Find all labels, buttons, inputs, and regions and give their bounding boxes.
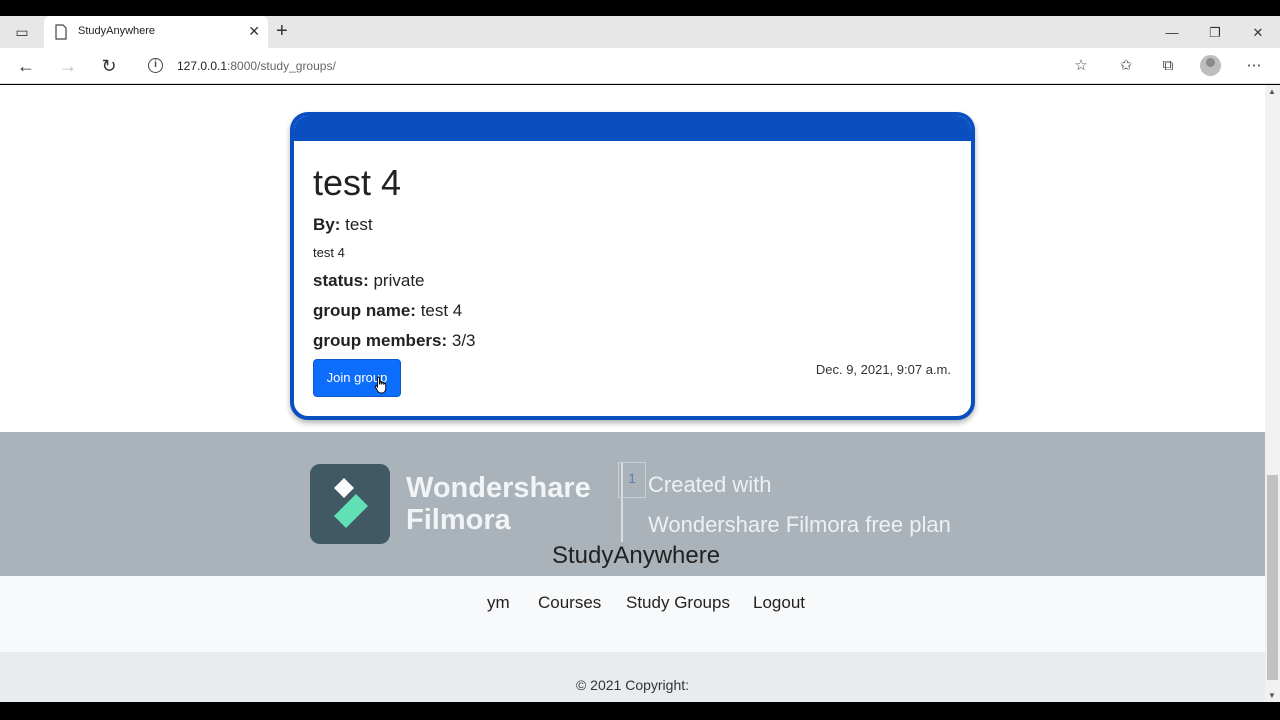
watermark-badge: 1 bbox=[618, 462, 646, 498]
vertical-scrollbar[interactable]: ▲ ▼ bbox=[1265, 85, 1280, 702]
hand-cursor-icon bbox=[374, 376, 387, 394]
footer-brand-section: Wondershare Filmora 1 Created with Wonder… bbox=[0, 432, 1265, 576]
address-toolbar: ← → ↻ i 127.0.0.1:8000/study_groups/ ☆ ✩… bbox=[0, 48, 1280, 84]
nav-link-courses[interactable]: Courses bbox=[538, 593, 601, 613]
more-options-icon[interactable]: ⋯ bbox=[1244, 56, 1264, 76]
group-description: test 4 bbox=[313, 245, 345, 260]
group-name-line: group name: test 4 bbox=[313, 301, 463, 320]
tab-actions-icon[interactable]: ▭ bbox=[12, 22, 32, 42]
footer-brand: StudyAnywhere bbox=[552, 542, 721, 569]
author-line: By: test bbox=[313, 215, 373, 234]
favorites-icon[interactable]: ✩ bbox=[1116, 56, 1136, 76]
tab-title: StudyAnywhere bbox=[78, 25, 156, 37]
nav-link-user[interactable]: ym bbox=[487, 593, 510, 613]
close-window-icon[interactable]: ✕ bbox=[1248, 23, 1268, 43]
minimize-icon[interactable]: — bbox=[1162, 23, 1182, 43]
nav-link-study-groups[interactable]: Study Groups bbox=[626, 593, 730, 613]
watermark-brand: Wondershare Filmora bbox=[406, 472, 591, 536]
page-icon bbox=[55, 24, 67, 40]
group-title: test 4 bbox=[313, 162, 402, 203]
scroll-up-icon[interactable]: ▲ bbox=[1268, 87, 1276, 96]
study-group-card: test 4 By: test test 4 status: private g… bbox=[290, 112, 975, 420]
status-line: status: private bbox=[313, 271, 425, 290]
add-favorite-icon[interactable]: ☆ bbox=[1071, 56, 1091, 76]
info-icon[interactable]: i bbox=[148, 58, 163, 73]
back-icon[interactable]: ← bbox=[14, 54, 38, 78]
url-text[interactable]: 127.0.0.1:8000/study_groups/ bbox=[177, 59, 336, 73]
copyright-text: © 2021 Copyright: bbox=[575, 677, 690, 693]
forward-icon[interactable]: → bbox=[56, 54, 80, 78]
browser-window: ▭ StudyAnywhere ✕ + — ❐ ✕ ← → ↻ i 127.0.… bbox=[0, 0, 1280, 720]
watermark-line-2: Wondershare Filmora free plan bbox=[648, 512, 951, 537]
watermark-line-1: Created with bbox=[648, 472, 772, 497]
footer-nav: ym Courses Study Groups Logout bbox=[0, 576, 1265, 652]
close-tab-icon[interactable]: ✕ bbox=[248, 23, 260, 40]
collections-icon[interactable]: ⧉ bbox=[1158, 56, 1178, 76]
filmora-logo-icon bbox=[310, 464, 390, 544]
new-tab-icon[interactable]: + bbox=[276, 21, 288, 41]
members-line: group members: 3/3 bbox=[313, 331, 476, 350]
tab-bar: ▭ StudyAnywhere ✕ + — ❐ ✕ bbox=[0, 16, 1280, 48]
address-bar[interactable]: i 127.0.0.1:8000/study_groups/ bbox=[138, 52, 1102, 80]
restore-icon[interactable]: ❐ bbox=[1205, 23, 1225, 43]
card-header bbox=[294, 116, 971, 141]
created-date: Dec. 9, 2021, 9:07 a.m. bbox=[815, 362, 951, 377]
scroll-down-icon[interactable]: ▼ bbox=[1268, 691, 1276, 700]
scroll-thumb[interactable] bbox=[1267, 475, 1278, 680]
page-viewport: test 4 By: test test 4 status: private g… bbox=[0, 85, 1265, 702]
reload-icon[interactable]: ↻ bbox=[97, 54, 121, 78]
browser-tab[interactable]: StudyAnywhere ✕ bbox=[44, 16, 268, 48]
profile-avatar[interactable] bbox=[1200, 55, 1221, 76]
nav-link-logout[interactable]: Logout bbox=[753, 593, 805, 613]
footer-copyright-bar: © 2021 Copyright: bbox=[0, 652, 1265, 702]
